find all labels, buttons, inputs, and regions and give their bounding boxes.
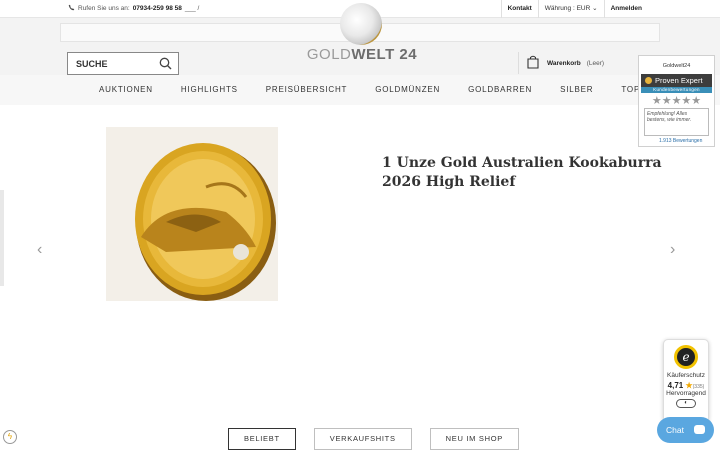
phone-number[interactable]: 07934-259 98 58: [133, 5, 182, 12]
nav-item-goldmuenzen[interactable]: GOLDMÜNZEN: [361, 75, 454, 105]
nav-item-goldbarren[interactable]: GOLDBARREN: [454, 75, 546, 105]
product-image[interactable]: [106, 127, 278, 301]
rating-value: 4,71: [667, 381, 684, 390]
proven-expert-subtitle: Kundenbewertungen: [641, 87, 712, 93]
phone-prefix: Rufen Sie uns an:: [78, 5, 130, 12]
tab-beliebt[interactable]: BELIEBT: [228, 428, 296, 450]
search-input[interactable]: [68, 53, 153, 74]
nav-item-auktionen[interactable]: AUKTIONEN: [85, 75, 167, 105]
chevron-down-icon: ⌄: [592, 5, 598, 12]
product-title[interactable]: 1 Unze Gold Australien Kookaburra 2026 H…: [382, 154, 692, 192]
proven-expert-brand: Goldwelt24: [662, 63, 691, 69]
phone-icon: [68, 4, 75, 13]
logo-text-light: GOLD: [306, 46, 352, 63]
login-link[interactable]: Anmelden: [603, 0, 648, 18]
proven-expert-name: Proven Expert: [655, 76, 703, 85]
nav-item-preisuebersicht[interactable]: PREISÜBERSICHT: [252, 75, 361, 105]
chat-label: Chat: [666, 425, 684, 435]
proven-expert-widget[interactable]: Goldwelt24 Proven Expert Kundenbewertung…: [638, 55, 715, 147]
chevron-right-icon[interactable]: ›: [670, 241, 675, 259]
coin-logo-icon: [340, 3, 382, 45]
review-count[interactable]: 1.913 Bewertungen: [659, 138, 702, 144]
star-icon: ★: [685, 381, 693, 390]
lightning-icon[interactable]: ϟ: [3, 430, 17, 444]
site-logo[interactable]: GOLDWELT 24: [302, 3, 422, 65]
cart-icon: [527, 55, 539, 71]
phone-suffix: ___ /: [184, 5, 200, 12]
main-content: ‹ › 1 Unze Gold Australien Kookaburra 20…: [0, 105, 720, 450]
main-nav: AUKTIONEN HIGHLIGHTS PREISÜBERSICHT GOLD…: [0, 75, 720, 105]
search-box[interactable]: [67, 52, 179, 75]
tab-verkaufshits[interactable]: VERKAUFSHITS: [313, 428, 412, 450]
cart-status: (Leer): [586, 59, 605, 67]
proven-expert-icon: [645, 77, 652, 84]
chat-button[interactable]: Chat: [657, 417, 714, 443]
chevron-left-icon[interactable]: ‹: [37, 241, 42, 259]
nav-item-highlights[interactable]: HIGHLIGHTS: [167, 75, 252, 105]
search-icon[interactable]: [159, 57, 172, 70]
product-tabs: BELIEBT VERKAUFSHITS NEU IM SHOP: [228, 428, 519, 450]
cart-label: Warenkorb: [547, 59, 581, 67]
buyer-protection-label: Käuferschutz: [667, 372, 705, 379]
currency-selector[interactable]: Währung : EUR ⌄: [537, 0, 604, 18]
phone-info: Rufen Sie uns an: 07934-259 98 58 ___ /: [68, 4, 199, 13]
logo-text-dark: WELT 24: [351, 46, 418, 63]
toggle-icon[interactable]: ◐: [676, 399, 696, 408]
rating-verdict: Hervorragend: [666, 390, 706, 397]
trusted-shops-icon: e: [674, 345, 698, 369]
chat-bubble-icon: [694, 425, 705, 434]
cart-button[interactable]: Warenkorb (Leer) ⌄: [518, 52, 652, 74]
kontakt-link[interactable]: Kontakt: [500, 0, 538, 18]
trusted-shops-badge[interactable]: e Käuferschutz 4,71 ★(335) Hervorragend …: [663, 339, 709, 423]
nav-item-silber[interactable]: SILBER: [546, 75, 607, 105]
rating-stars-icon: ★★★★★: [651, 95, 702, 107]
review-quote: Empfehlung! Alles bestens, wie immer.: [644, 108, 709, 136]
tab-neu-im-shop[interactable]: NEU IM SHOP: [429, 428, 519, 450]
